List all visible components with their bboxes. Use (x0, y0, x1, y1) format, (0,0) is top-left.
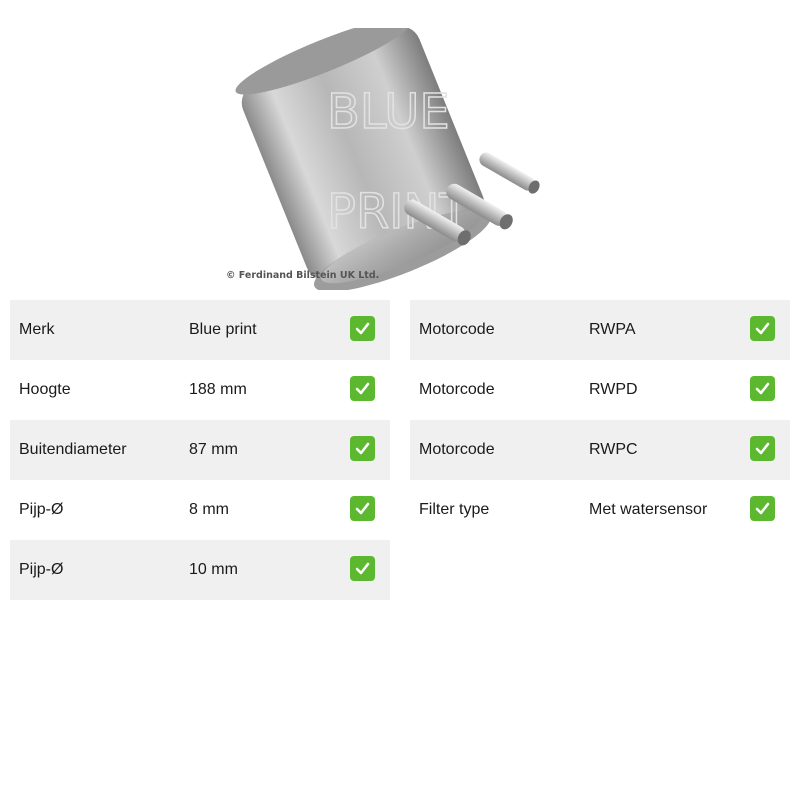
spec-value: 87 mm (189, 441, 238, 458)
spec-value: RWPC (589, 441, 638, 458)
spec-table-left: Merk Blue print Hoogte 188 mm Buitendiameter… (10, 300, 390, 600)
spec-row: Buitendiameter 87 mm (10, 420, 390, 480)
spec-label: Pijp-Ø (19, 561, 64, 578)
spec-label: Filter type (419, 501, 490, 518)
spec-row: Pijp-Ø 8 mm (10, 480, 390, 540)
spec-value: 8 mm (189, 501, 229, 518)
spec-value: RWPD (589, 381, 638, 398)
check-mark-icon (350, 556, 375, 581)
spec-label: Pijp-Ø (19, 501, 64, 518)
copyright-notice: © Ferdinand Bilstein UK Ltd. (226, 270, 380, 281)
check-mark-icon (750, 436, 775, 461)
spec-label: Merk (19, 321, 55, 338)
spec-value: 188 mm (189, 381, 247, 398)
spec-row: Pijp-Ø 10 mm (10, 540, 390, 600)
spec-value: 10 mm (189, 561, 238, 578)
check-mark-icon (350, 376, 375, 401)
spec-row: Hoogte 188 mm (10, 360, 390, 420)
check-mark-icon (350, 496, 375, 521)
spec-label: Motorcode (419, 381, 495, 398)
spec-row: Motorcode RWPC (410, 420, 790, 480)
spec-label: Motorcode (419, 441, 495, 458)
spec-value: Met watersensor (589, 501, 708, 518)
check-mark-icon (750, 496, 775, 521)
spec-label: Motorcode (419, 321, 495, 338)
check-mark-icon (350, 316, 375, 341)
spec-row: Merk Blue print (10, 300, 390, 360)
check-mark-icon (750, 376, 775, 401)
spec-row: Filter type Met watersensor (410, 480, 790, 540)
fuel-filter-illustration: BLUE PRINT (235, 28, 540, 290)
spec-table-right: Motorcode RWPA Motorcode RWPD Motorcode RWPC F… (410, 300, 790, 540)
spec-row: Motorcode RWPA (410, 300, 790, 360)
brand-watermark: BLUE (327, 84, 450, 140)
check-mark-icon (750, 316, 775, 341)
spec-label: Buitendiameter (19, 441, 127, 458)
spec-value: RWPA (589, 321, 636, 338)
product-image: BLUE PRINT (215, 28, 555, 290)
spec-value: Blue print (189, 321, 257, 338)
spec-label: Hoogte (19, 381, 71, 398)
spec-row: Motorcode RWPD (410, 360, 790, 420)
check-mark-icon (350, 436, 375, 461)
